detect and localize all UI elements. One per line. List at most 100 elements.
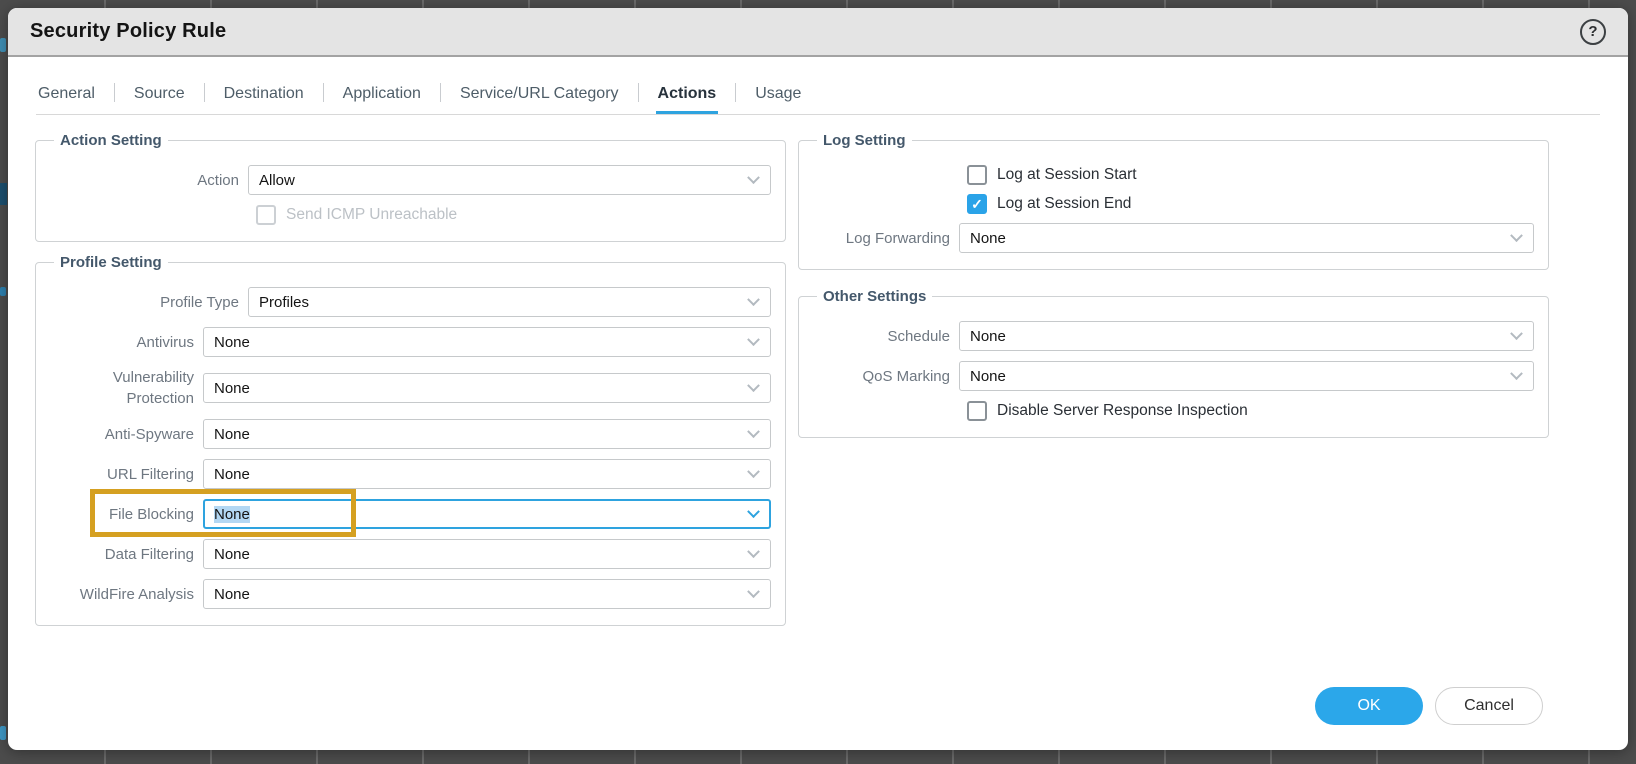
chevron-down-icon: [1510, 327, 1523, 340]
file-blocking-value: None: [214, 506, 250, 523]
anti-spyware-label: Anti-Spyware: [48, 424, 203, 445]
schedule-row: Schedule None: [811, 321, 1534, 351]
chevron-down-icon: [747, 585, 760, 598]
action-value: Allow: [259, 172, 295, 189]
qos-marking-value: None: [970, 368, 1006, 385]
file-blocking-label: File Blocking: [48, 504, 203, 525]
background-page-glyph: [0, 38, 6, 52]
checkbox-checked-icon[interactable]: ✓: [967, 194, 987, 214]
other-settings-legend: Other Settings: [817, 288, 932, 305]
action-setting-legend: Action Setting: [54, 132, 168, 149]
action-label: Action: [48, 170, 248, 191]
tab-separator: [735, 83, 736, 102]
checkbox-icon[interactable]: [967, 401, 987, 421]
wildfire-analysis-label: WildFire Analysis: [48, 584, 203, 605]
chevron-down-icon: [747, 465, 760, 478]
data-filtering-row: Data Filtering None: [48, 539, 771, 569]
schedule-select[interactable]: None: [959, 321, 1534, 351]
action-row: Action Allow: [48, 165, 771, 195]
chevron-down-icon: [747, 545, 760, 558]
background-page-glyph: [0, 183, 7, 205]
url-filtering-label: URL Filtering: [48, 464, 203, 485]
chevron-down-icon: [747, 333, 760, 346]
log-setting-legend: Log Setting: [817, 132, 912, 149]
antivirus-select[interactable]: None: [203, 327, 771, 357]
profile-type-select[interactable]: Profiles: [248, 287, 771, 317]
vulnerability-protection-row: Vulnerability Protection None: [48, 367, 771, 409]
help-icon[interactable]: ?: [1580, 19, 1606, 45]
log-setting-group: Log Setting Log at Session Start ✓ Log a…: [798, 132, 1549, 270]
qos-marking-row: QoS Marking None: [811, 361, 1534, 391]
anti-spyware-row: Anti-Spyware None: [48, 419, 771, 449]
anti-spyware-select[interactable]: None: [203, 419, 771, 449]
dialog-footer: OK Cancel: [35, 687, 1601, 750]
chevron-down-icon: [747, 379, 760, 392]
tab-source[interactable]: Source: [132, 77, 187, 114]
chevron-down-icon: [747, 505, 760, 518]
vulnerability-protection-label: Vulnerability Protection: [48, 367, 203, 409]
ok-button[interactable]: OK: [1315, 687, 1423, 725]
data-filtering-select[interactable]: None: [203, 539, 771, 569]
chevron-down-icon: [747, 293, 760, 306]
background-page-glyph: [0, 287, 6, 296]
tab-separator: [323, 83, 324, 102]
data-filtering-label: Data Filtering: [48, 544, 203, 565]
vulnerability-protection-value: None: [214, 380, 250, 397]
chevron-down-icon: [747, 171, 760, 184]
tab-destination[interactable]: Destination: [222, 77, 306, 114]
url-filtering-value: None: [214, 466, 250, 483]
cancel-button[interactable]: Cancel: [1435, 687, 1543, 725]
antivirus-value: None: [214, 334, 250, 351]
security-policy-rule-dialog: Security Policy Rule ? General Source De…: [8, 8, 1628, 750]
action-select[interactable]: Allow: [248, 165, 771, 195]
tab-bar: General Source Destination Application S…: [36, 57, 1600, 115]
checkbox-icon[interactable]: [967, 165, 987, 185]
tab-separator: [638, 83, 639, 102]
profile-setting-group: Profile Setting Profile Type Profiles An…: [35, 254, 786, 626]
log-forwarding-row: Log Forwarding None: [811, 223, 1534, 253]
qos-marking-label: QoS Marking: [811, 366, 959, 387]
chevron-down-icon: [1510, 367, 1523, 380]
dialog-titlebar: Security Policy Rule ?: [8, 8, 1628, 57]
log-forwarding-value: None: [970, 230, 1006, 247]
tab-usage[interactable]: Usage: [753, 77, 803, 114]
log-session-end-checkbox-row[interactable]: ✓ Log at Session End: [967, 194, 1534, 214]
anti-spyware-value: None: [214, 426, 250, 443]
tab-service-url-category[interactable]: Service/URL Category: [458, 77, 621, 114]
file-blocking-row: File Blocking None: [48, 499, 771, 529]
send-icmp-unreachable-checkbox-row[interactable]: Send ICMP Unreachable: [256, 205, 771, 225]
log-forwarding-label: Log Forwarding: [811, 228, 959, 249]
schedule-label: Schedule: [811, 326, 959, 347]
profile-type-value: Profiles: [259, 294, 309, 311]
action-setting-group: Action Setting Action Allow Send ICMP Un…: [35, 132, 786, 242]
tab-general[interactable]: General: [36, 77, 97, 114]
tab-actions[interactable]: Actions: [656, 77, 719, 114]
antivirus-label: Antivirus: [48, 332, 203, 353]
log-session-start-checkbox-row[interactable]: Log at Session Start: [967, 165, 1534, 185]
log-session-start-label: Log at Session Start: [997, 166, 1137, 184]
wildfire-analysis-row: WildFire Analysis None: [48, 579, 771, 609]
tab-separator: [440, 83, 441, 102]
log-forwarding-select[interactable]: None: [959, 223, 1534, 253]
dialog-title: Security Policy Rule: [30, 20, 226, 43]
profile-setting-legend: Profile Setting: [54, 254, 168, 271]
wildfire-analysis-value: None: [214, 586, 250, 603]
tab-application[interactable]: Application: [341, 77, 423, 114]
wildfire-analysis-select[interactable]: None: [203, 579, 771, 609]
dialog-content: General Source Destination Application S…: [8, 57, 1628, 750]
tab-separator: [204, 83, 205, 102]
disable-server-response-inspection-checkbox-row[interactable]: Disable Server Response Inspection: [967, 401, 1534, 421]
left-column: Action Setting Action Allow Send ICMP Un…: [35, 132, 786, 638]
checkbox-icon[interactable]: [256, 205, 276, 225]
chevron-down-icon: [747, 425, 760, 438]
tab-separator: [114, 83, 115, 102]
qos-marking-select[interactable]: None: [959, 361, 1534, 391]
url-filtering-select[interactable]: None: [203, 459, 771, 489]
file-blocking-select[interactable]: None: [203, 499, 771, 529]
data-filtering-value: None: [214, 546, 250, 563]
chevron-down-icon: [1510, 229, 1523, 242]
disable-server-response-inspection-label: Disable Server Response Inspection: [997, 402, 1248, 420]
vulnerability-protection-select[interactable]: None: [203, 373, 771, 403]
right-column: Log Setting Log at Session Start ✓ Log a…: [798, 132, 1549, 450]
url-filtering-row: URL Filtering None: [48, 459, 771, 489]
